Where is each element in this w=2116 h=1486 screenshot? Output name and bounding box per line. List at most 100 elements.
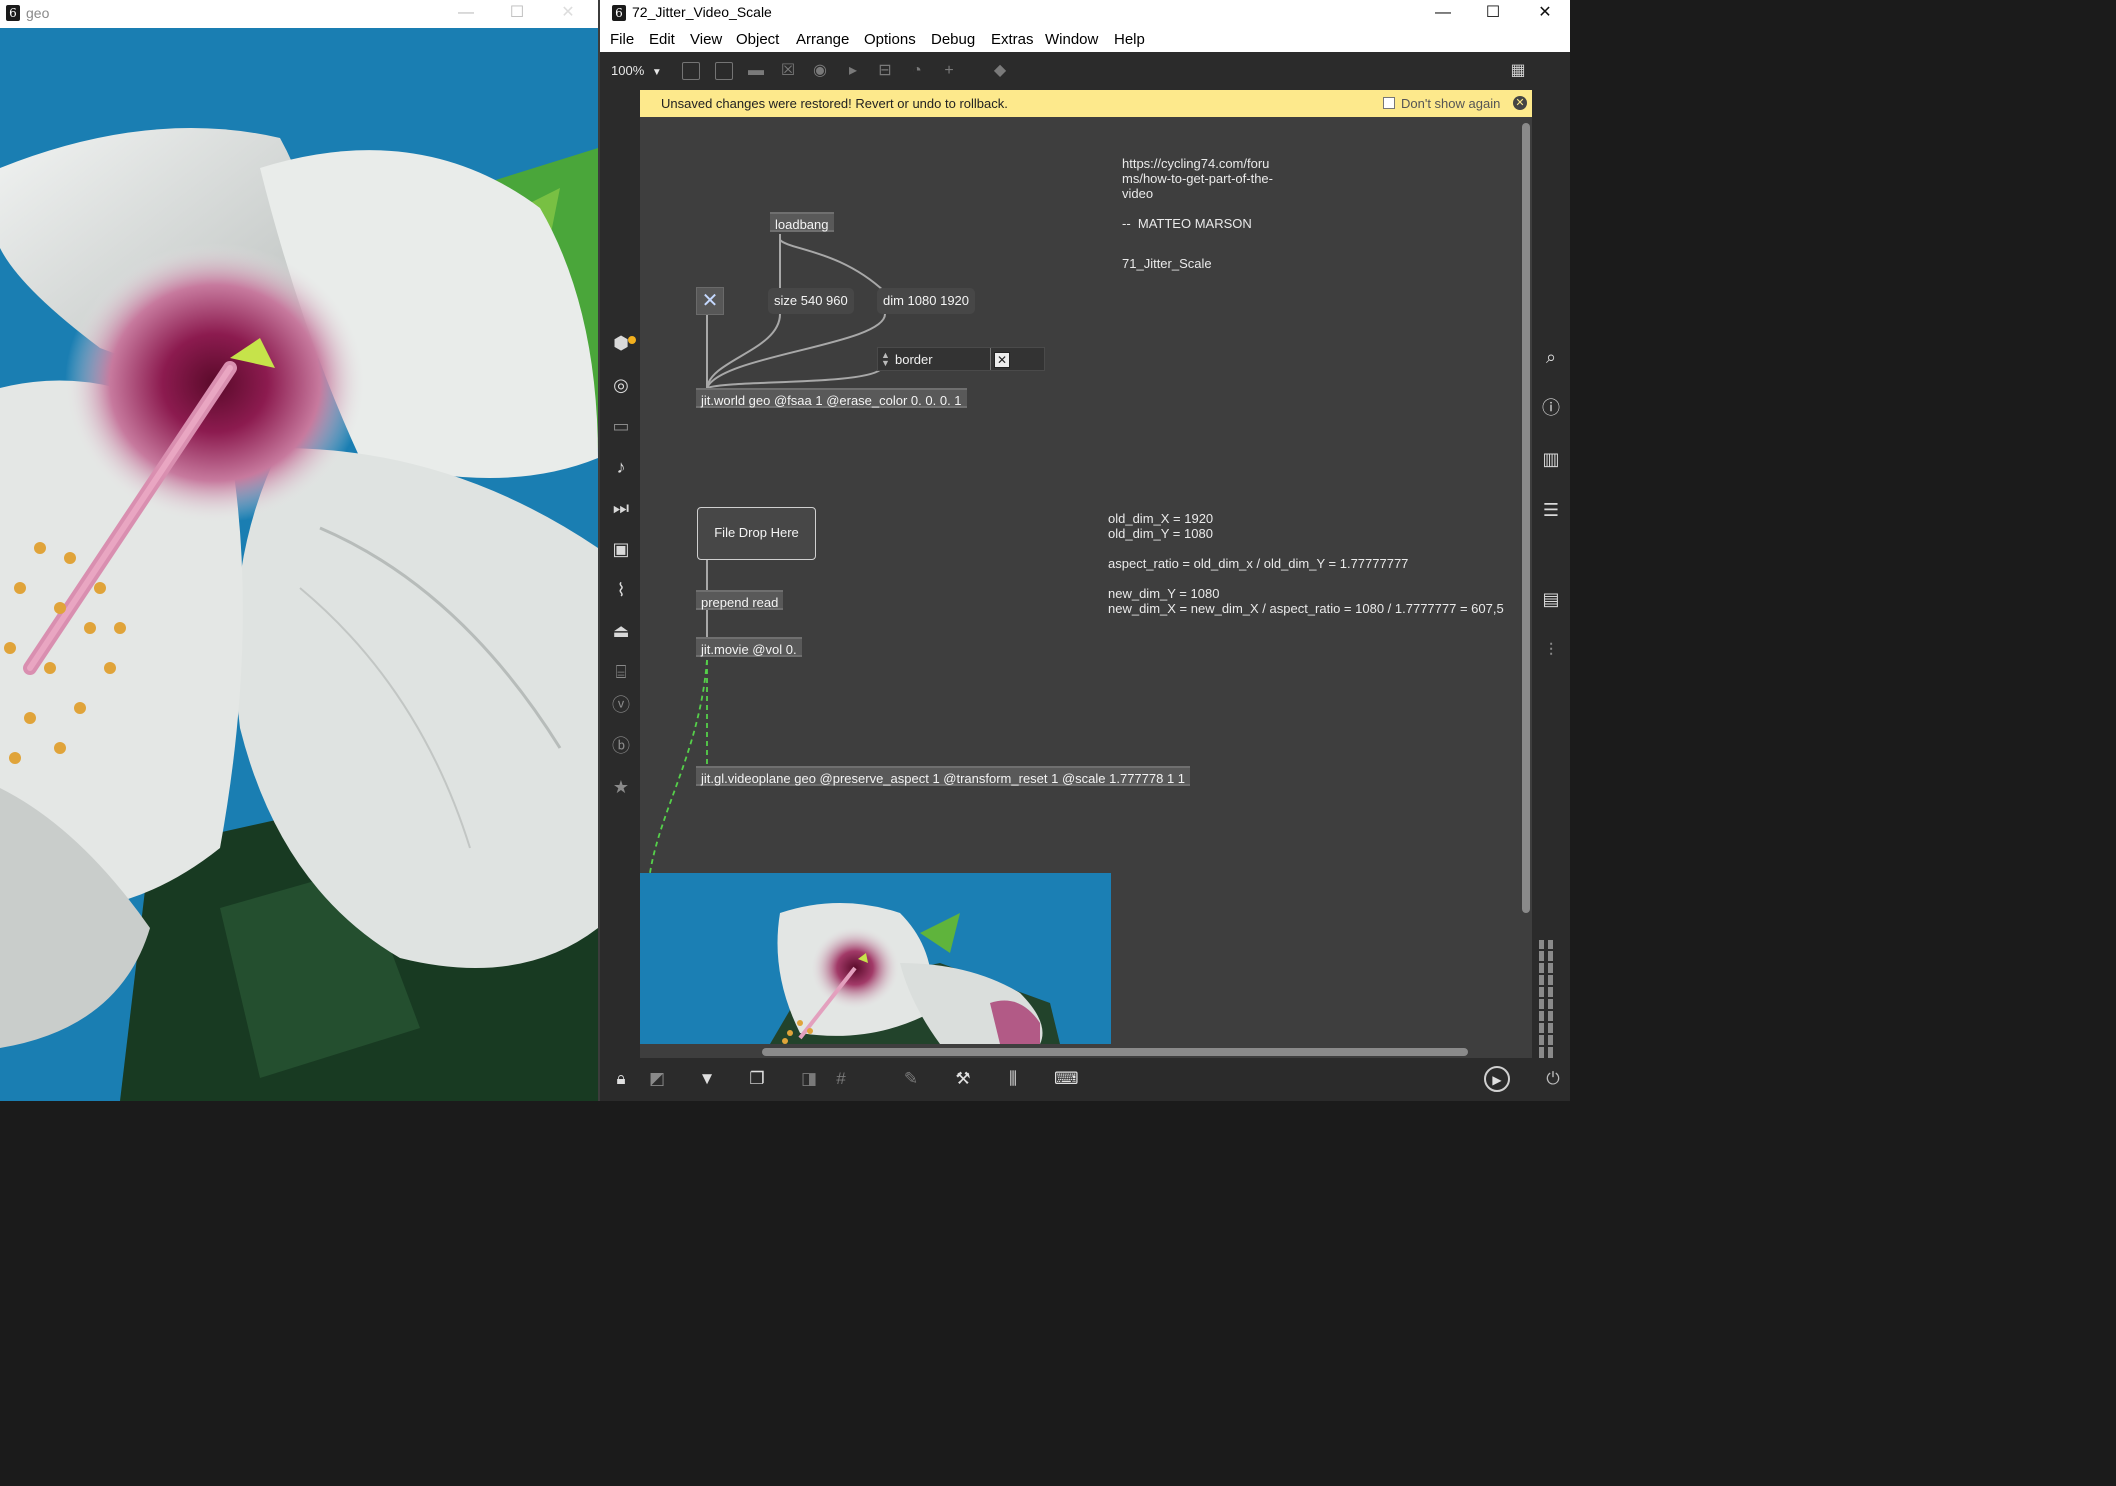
notification-dot bbox=[628, 336, 636, 344]
reference-book-icon[interactable]: ▥ bbox=[1540, 448, 1562, 470]
keyboard-icon[interactable]: ⌨ bbox=[1054, 1068, 1079, 1090]
bottom-toolbar: 🔒︎ ◩ ▼ ❐ ◨ # ✎ ⚒ ⫼ ⌨ ▶ ⏻ bbox=[600, 1058, 1570, 1101]
border-attrui[interactable]: ▲ ▼ border ✕ bbox=[877, 347, 1045, 371]
menu-file[interactable]: File bbox=[610, 31, 634, 48]
patcher-canvas[interactable]: Unsaved changes were restored! Revert or… bbox=[640, 90, 1533, 1058]
piano-keys-icon[interactable]: ⫼ bbox=[1002, 1068, 1024, 1090]
add-debug-icon[interactable]: ✎ bbox=[900, 1068, 922, 1090]
hibiscus-flower-image bbox=[0, 28, 598, 1101]
add-object-icon[interactable]: + bbox=[939, 61, 959, 81]
star-icon[interactable]: ★ bbox=[610, 776, 632, 798]
jit-pwindow-preview[interactable] bbox=[640, 873, 1111, 1044]
number-box-icon[interactable]: ▸ bbox=[843, 61, 863, 81]
geo-window: 6 geo — ☐ ✕ bbox=[0, 0, 598, 1101]
grid-snap-icon[interactable]: # bbox=[830, 1068, 852, 1090]
slider-icon[interactable]: ⊟ bbox=[875, 61, 895, 81]
menu-bar: File Edit View Object Arrange Options De… bbox=[600, 28, 1570, 52]
close-icon[interactable]: ✕ bbox=[545, 0, 591, 28]
midi-icon[interactable]: ⌸ bbox=[610, 661, 632, 683]
image-icon[interactable]: ▣ bbox=[610, 538, 632, 560]
list-icon[interactable]: ☰ bbox=[1540, 499, 1562, 521]
vst-icon[interactable]: ⓥ bbox=[610, 694, 632, 716]
object-box-icon[interactable] bbox=[682, 62, 700, 80]
menu-options[interactable]: Options bbox=[864, 31, 916, 48]
render-toggle[interactable]: ✕ bbox=[696, 287, 724, 315]
max-patcher-window: 6 72_Jitter_Video_Scale — ☐ ✕ File Edit … bbox=[598, 0, 1570, 1101]
max-app-icon: 6 bbox=[612, 5, 626, 21]
minimize-icon[interactable]: — bbox=[1420, 0, 1466, 28]
left-sidebar: ⬢ ◎ ▭ ♪ ⏭ ▣ ⌇ ⏏ ⌸ ⓥ ⓑ ★ bbox=[600, 90, 640, 1058]
wrench-icon[interactable]: ⚒ bbox=[952, 1068, 974, 1090]
search-icon[interactable]: ⌕ bbox=[1540, 346, 1562, 368]
cord-loadbang-dim bbox=[779, 239, 886, 293]
zoom-value: 100% bbox=[611, 63, 645, 78]
reference-comment: 71_Jitter_Scale bbox=[1122, 256, 1212, 271]
message-box-icon[interactable] bbox=[715, 62, 733, 80]
menu-arrange[interactable]: Arrange bbox=[796, 31, 849, 48]
comment-icon[interactable]: ▬ bbox=[746, 61, 766, 81]
attrui-label: border bbox=[895, 352, 933, 367]
vertical-scrollbar[interactable] bbox=[1522, 123, 1530, 913]
geo-window-title: geo bbox=[26, 5, 50, 21]
size-message[interactable]: size 540 960 bbox=[768, 288, 854, 314]
geo-render-canvas[interactable] bbox=[0, 28, 598, 1101]
max-app-icon: 6 bbox=[6, 5, 20, 21]
author-comment: -- MATTEO MARSON bbox=[1122, 216, 1252, 231]
lock-icon[interactable]: 🔒︎ bbox=[610, 1068, 632, 1090]
cord-attrui-world bbox=[706, 369, 881, 389]
presentation-icon[interactable]: ◩ bbox=[646, 1068, 668, 1090]
maximize-icon[interactable]: ☐ bbox=[1470, 0, 1516, 28]
browser-icon[interactable]: ▭ bbox=[610, 415, 632, 437]
zoom-select[interactable]: 100% ▼ bbox=[611, 63, 662, 78]
right-sidebar: ⌕ ⓘ ▥ ☰ ▤ ⫶ bbox=[1532, 90, 1570, 1058]
paint-bucket-icon[interactable]: ◆ bbox=[990, 61, 1010, 81]
horizontal-scrollbar[interactable] bbox=[762, 1048, 1468, 1056]
menu-help[interactable]: Help bbox=[1114, 31, 1145, 48]
sequence-icon[interactable]: ⏭ bbox=[610, 497, 632, 519]
menu-extras[interactable]: Extras bbox=[991, 31, 1034, 48]
maximize-icon[interactable]: ☐ bbox=[494, 0, 540, 28]
window-title: 72_Jitter_Video_Scale bbox=[632, 4, 772, 20]
jit-gl-videoplane-object[interactable]: jit.gl.videoplane geo @preserve_aspect 1… bbox=[696, 766, 1191, 786]
button-object-icon[interactable]: ☒ bbox=[778, 61, 798, 81]
target-icon[interactable]: ◎ bbox=[610, 374, 632, 396]
camera-icon[interactable]: ▤ bbox=[1540, 588, 1562, 610]
music-note-icon[interactable]: ♪ bbox=[610, 456, 632, 478]
mixer-icon[interactable]: ⫶ bbox=[1540, 639, 1562, 661]
power-icon[interactable]: ⏻ bbox=[1542, 1068, 1564, 1090]
menu-debug[interactable]: Debug bbox=[931, 31, 975, 48]
chevron-down-icon: ▼ bbox=[651, 67, 662, 78]
geo-titlebar[interactable]: 6 geo — ☐ ✕ bbox=[0, 0, 598, 28]
attrui-divider bbox=[990, 348, 991, 370]
loadbang-object[interactable]: loadbang bbox=[770, 212, 834, 232]
comment-bubble-icon[interactable]: ▼ bbox=[696, 1068, 718, 1090]
close-icon[interactable]: ✕ bbox=[1522, 0, 1568, 28]
menu-edit[interactable]: Edit bbox=[649, 31, 675, 48]
paperclip-icon[interactable]: ⌇ bbox=[610, 579, 632, 601]
max-titlebar[interactable]: 6 72_Jitter_Video_Scale — ☐ ✕ bbox=[600, 0, 1570, 28]
windows-icon[interactable]: ❐ bbox=[746, 1068, 768, 1090]
dim-message[interactable]: dim 1080 1920 bbox=[877, 288, 976, 314]
mute-icon[interactable]: ◨ bbox=[798, 1068, 820, 1090]
stepper-arrows-icon: ▲ ▼ bbox=[881, 350, 890, 368]
menu-view[interactable]: View bbox=[690, 31, 722, 48]
aspect-math-comment: old_dim_X = 1920 old_dim_Y = 1080 aspect… bbox=[1108, 511, 1504, 616]
audio-play-icon[interactable]: ▶ bbox=[1484, 1066, 1510, 1092]
plug-icon[interactable]: ⏏ bbox=[610, 620, 632, 642]
border-checkbox[interactable]: ✕ bbox=[994, 352, 1010, 368]
level-meter bbox=[1535, 940, 1559, 1058]
dropfile-area[interactable]: File Drop Here bbox=[697, 507, 816, 560]
bpatcher-icon[interactable]: ⓑ bbox=[610, 735, 632, 757]
prepend-read-object[interactable]: prepend read bbox=[696, 590, 784, 610]
jit-world-object[interactable]: jit.world geo @fsaa 1 @erase_color 0. 0.… bbox=[696, 388, 967, 408]
dial-icon[interactable]: ◔ bbox=[907, 61, 927, 81]
hibiscus-preview-image bbox=[640, 873, 1111, 1044]
jit-movie-object[interactable]: jit.movie @vol 0. bbox=[696, 637, 802, 657]
menu-window[interactable]: Window bbox=[1045, 31, 1098, 48]
menu-object[interactable]: Object bbox=[736, 31, 779, 48]
url-comment: https://cycling74.com/foru ms/how-to-get… bbox=[1122, 156, 1273, 201]
info-icon[interactable]: ⓘ bbox=[1540, 397, 1562, 419]
toggle-object-icon[interactable]: ◉ bbox=[810, 61, 830, 81]
minimize-icon[interactable]: — bbox=[443, 0, 489, 28]
grid-icon[interactable]: ▦ bbox=[1508, 61, 1528, 81]
